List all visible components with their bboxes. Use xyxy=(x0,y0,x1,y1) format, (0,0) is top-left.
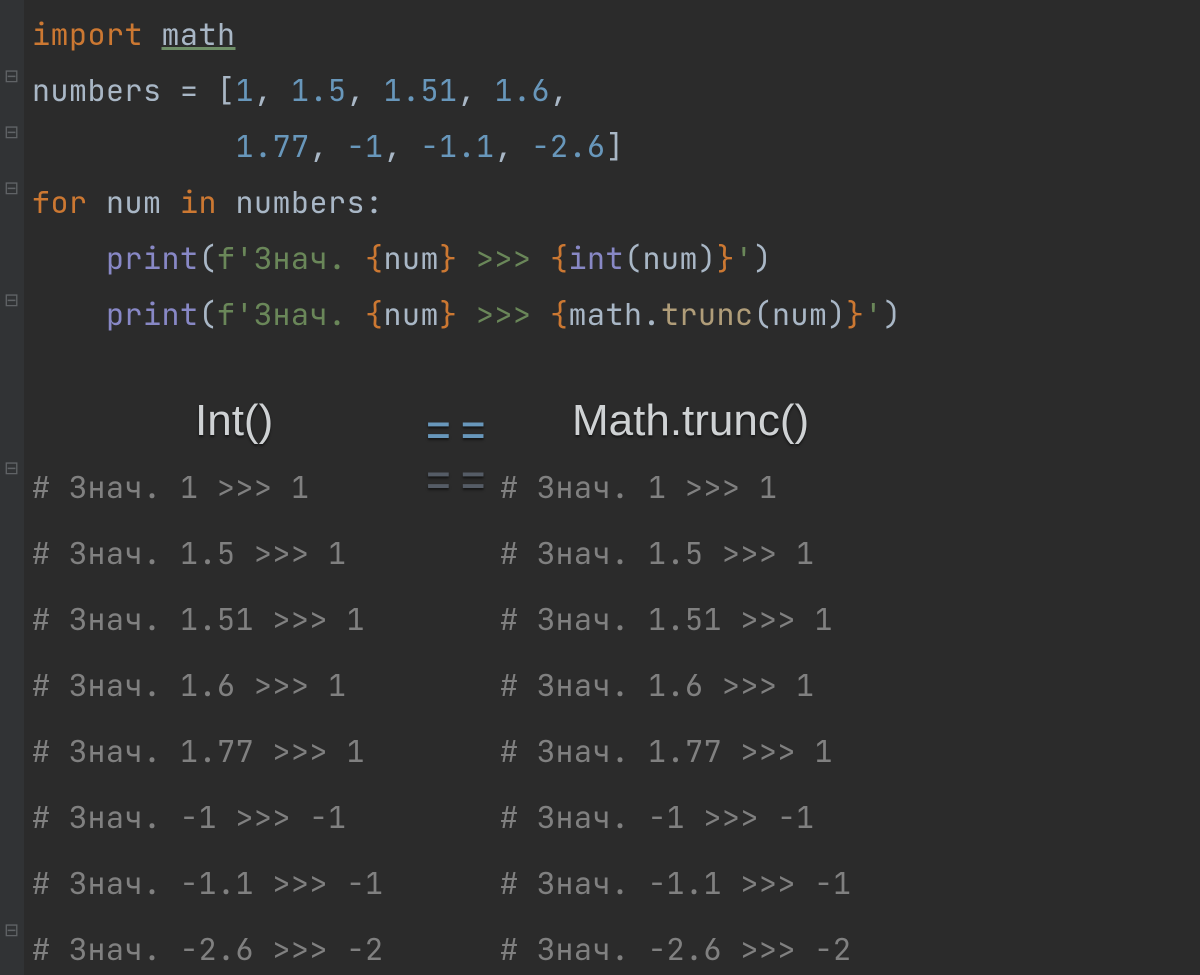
comment-line: # Знач. 1 >>> 1 xyxy=(500,467,778,507)
comment-line: # Знач. 1.5 >>> 1 xyxy=(32,533,347,573)
fexpr-close: } xyxy=(717,238,736,278)
fold-icon[interactable]: ⊟ xyxy=(4,454,18,484)
fexpr-open: { xyxy=(365,294,384,334)
comma: , xyxy=(384,126,403,166)
fold-icon[interactable]: ⊟ xyxy=(4,916,18,946)
code-editor[interactable]: ⊟ ⊟ ⊟ ⊟ ⊟ ⊟ import math numbers = [1, 1.… xyxy=(0,0,1200,975)
overlay-eq-shadow: == xyxy=(424,448,494,511)
lparen: ( xyxy=(199,294,218,334)
rbracket: ] xyxy=(606,126,625,166)
keyword-for: for xyxy=(32,182,88,222)
comma: , xyxy=(458,70,477,110)
fexpr-var: num xyxy=(384,294,440,334)
string-text: >>> xyxy=(458,238,551,278)
fstring-prefix: f' xyxy=(217,238,254,278)
rparen: ) xyxy=(828,294,847,334)
eq-op: = xyxy=(180,70,199,110)
keyword-in: in xyxy=(180,182,217,222)
var-numbers: numbers xyxy=(236,182,366,222)
num-literal: 1.77 xyxy=(236,126,310,166)
fold-icon[interactable]: ⊟ xyxy=(4,174,18,204)
string-quote: ' xyxy=(865,294,884,334)
comma: , xyxy=(347,70,366,110)
num-literal: 1.6 xyxy=(495,70,551,110)
gutter: ⊟ ⊟ ⊟ ⊟ ⊟ ⊟ xyxy=(0,0,24,975)
comment-line: # Знач. -1 >>> -1 xyxy=(32,797,347,837)
comment-line: # Знач. 1.5 >>> 1 xyxy=(500,533,815,573)
fold-icon[interactable]: ⊟ xyxy=(4,118,18,148)
comment-line: # Знач. 1.77 >>> 1 xyxy=(32,731,365,771)
fexpr-var: num xyxy=(772,294,828,334)
rparen: ) xyxy=(698,238,717,278)
rparen: ) xyxy=(754,238,773,278)
comment-line: # Знач. 1.6 >>> 1 xyxy=(32,665,347,705)
comma: , xyxy=(495,126,514,166)
fstring-prefix: f' xyxy=(217,294,254,334)
comma: , xyxy=(550,70,569,110)
fexpr-open: { xyxy=(550,294,569,334)
keyword-import: import xyxy=(32,14,143,54)
comment-line: # Знач. -2.6 >>> -2 xyxy=(500,929,852,969)
overlay-int-label: Int() xyxy=(195,396,273,446)
fexpr-var: num xyxy=(643,238,699,278)
fexpr-open: { xyxy=(365,238,384,278)
comment-line: # Знач. -2.6 >>> -2 xyxy=(32,929,384,969)
fexpr-close: } xyxy=(439,238,458,278)
num-literal: 1.5 xyxy=(291,70,347,110)
comment-line: # Знач. -1 >>> -1 xyxy=(500,797,815,837)
string-text: Знач. xyxy=(254,294,365,334)
lbracket: [ xyxy=(217,70,236,110)
fn-print: print xyxy=(106,294,199,334)
fn-trunc: trunc xyxy=(661,294,754,334)
fexpr-close: } xyxy=(439,294,458,334)
lparen: ( xyxy=(754,294,773,334)
fn-int: int xyxy=(569,238,625,278)
overlay-trunc-label: Math.trunc() xyxy=(572,396,809,446)
colon: : xyxy=(365,182,384,222)
output-right: # Знач. 1 >>> 1 # Знач. 1.5 >>> 1 # Знач… xyxy=(500,454,852,975)
comment-line: # Знач. 1.6 >>> 1 xyxy=(500,665,815,705)
lparen: ( xyxy=(199,238,218,278)
fn-print: print xyxy=(106,238,199,278)
num-literal: -1 xyxy=(347,126,384,166)
fold-icon[interactable]: ⊟ xyxy=(4,286,18,316)
fexpr-var: num xyxy=(384,238,440,278)
comma: , xyxy=(254,70,273,110)
comma: , xyxy=(310,126,329,166)
comment-line: # Знач. 1 >>> 1 xyxy=(32,467,310,507)
comment-line: # Знач. 1.51 >>> 1 xyxy=(32,599,365,639)
module-ref: math xyxy=(569,294,643,334)
string-quote: ' xyxy=(735,238,754,278)
comment-line: # Знач. 1.77 >>> 1 xyxy=(500,731,833,771)
num-literal: 1 xyxy=(236,70,255,110)
comment-line: # Знач. -1.1 >>> -1 xyxy=(32,863,384,903)
comment-line: # Знач. 1.51 >>> 1 xyxy=(500,599,833,639)
string-text: Знач. xyxy=(254,238,365,278)
num-literal: 1.51 xyxy=(384,70,458,110)
var-num: num xyxy=(106,182,162,222)
module-math: math xyxy=(162,14,236,54)
var-numbers: numbers xyxy=(32,70,162,110)
output-left: # Знач. 1 >>> 1 # Знач. 1.5 >>> 1 # Знач… xyxy=(32,454,384,975)
fold-icon[interactable]: ⊟ xyxy=(4,62,18,92)
string-text: >>> xyxy=(458,294,551,334)
rparen: ) xyxy=(883,294,902,334)
lparen: ( xyxy=(624,238,643,278)
num-literal: -2.6 xyxy=(532,126,606,166)
dot: . xyxy=(643,294,662,334)
source-code[interactable]: import math numbers = [1, 1.5, 1.51, 1.6… xyxy=(32,6,902,342)
fexpr-open: { xyxy=(550,238,569,278)
num-literal: -1.1 xyxy=(421,126,495,166)
fexpr-close: } xyxy=(846,294,865,334)
comment-line: # Знач. -1.1 >>> -1 xyxy=(500,863,852,903)
